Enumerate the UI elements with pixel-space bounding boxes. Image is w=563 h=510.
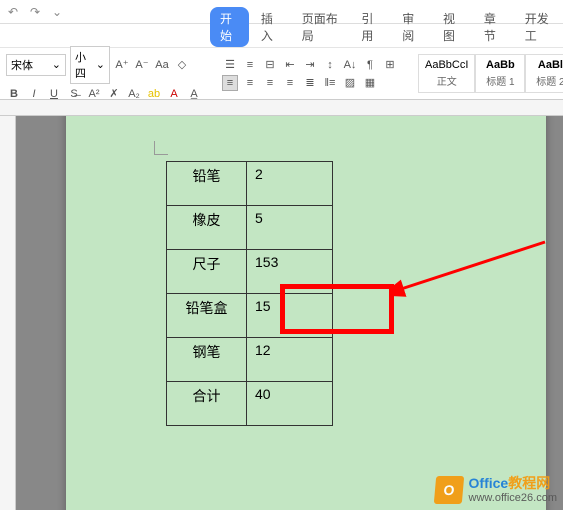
ribbon: 宋体⌄ 小四⌄ A⁺ A⁻ Aa ◇ B I U S̶ A² ✗ A₂ ab A… [0, 48, 563, 100]
document-page[interactable]: 铅笔2 橡皮5 尺子153 铅笔盒15 钢笔12 合计40 [66, 116, 546, 510]
borders-icon[interactable]: ⊞ [382, 57, 398, 73]
document-table[interactable]: 铅笔2 橡皮5 尺子153 铅笔盒15 钢笔12 合计40 [166, 161, 333, 426]
align-left-icon[interactable]: ≡ [222, 75, 238, 91]
style-name: 标题 1 [482, 73, 518, 88]
watermark: O Office教程网 www.office26.com [435, 476, 557, 504]
horizontal-ruler[interactable] [0, 100, 563, 116]
watermark-logo-icon: O [433, 476, 463, 504]
ribbon-tabs: 开始 插入 页面布局 引用 审阅 视图 章节 开发工 [0, 24, 563, 48]
clear-format-icon[interactable]: ◇ [174, 57, 190, 73]
font-name-combo[interactable]: 宋体⌄ [6, 54, 66, 76]
increase-font-icon[interactable]: A⁺ [114, 57, 130, 73]
cell-label[interactable]: 橡皮 [167, 206, 247, 250]
cell-value[interactable]: 153 [247, 250, 333, 294]
style-preview: AaBbCcI [425, 59, 468, 71]
tab-references[interactable]: 引用 [351, 7, 390, 47]
qat-dropdown-icon[interactable]: ⌄ [52, 5, 66, 19]
align-justify-icon[interactable]: ≡ [282, 75, 298, 91]
watermark-url: www.office26.com [469, 492, 557, 504]
tab-home[interactable]: 开始 [210, 7, 249, 47]
style-preview: AaBb [482, 59, 518, 71]
align-right-icon[interactable]: ≡ [262, 75, 278, 91]
style-name: 标题 2 [532, 73, 563, 88]
cell-label[interactable]: 铅笔盒 [167, 294, 247, 338]
document-area: 铅笔2 橡皮5 尺子153 铅笔盒15 钢笔12 合计40 [16, 116, 563, 510]
table-row[interactable]: 铅笔盒15 [167, 294, 333, 338]
decrease-indent-icon[interactable]: ⇤ [282, 57, 298, 73]
undo-icon[interactable]: ↶ [8, 5, 22, 19]
cell-label[interactable]: 铅笔 [167, 162, 247, 206]
cell-value[interactable]: 40 [247, 382, 333, 426]
cell-value[interactable]: 15 [247, 294, 333, 338]
cell-label[interactable]: 钢笔 [167, 338, 247, 382]
style-preview: AaBl [532, 59, 563, 71]
style-heading1[interactable]: AaBb 标题 1 [475, 54, 525, 93]
table-row[interactable]: 橡皮5 [167, 206, 333, 250]
paragraph-mark-icon [154, 141, 168, 155]
distribute-icon[interactable]: ≣ [302, 75, 318, 91]
borders2-icon[interactable]: ▦ [362, 75, 378, 91]
change-case-icon[interactable]: Aa [154, 57, 170, 73]
sort-icon[interactable]: A↓ [342, 57, 358, 73]
cell-value[interactable]: 12 [247, 338, 333, 382]
text-direction-icon[interactable]: ↕ [322, 57, 338, 73]
font-size-combo[interactable]: 小四⌄ [70, 46, 110, 84]
vertical-ruler[interactable] [0, 116, 16, 510]
cell-value[interactable]: 2 [247, 162, 333, 206]
redo-icon[interactable]: ↷ [30, 5, 44, 19]
table-row[interactable]: 尺子153 [167, 250, 333, 294]
number-list-icon[interactable]: ≡ [242, 57, 258, 73]
cell-label[interactable]: 合计 [167, 382, 247, 426]
styles-gallery: AaBbCcI 正文 AaBb 标题 1 AaBl 标题 2 [418, 54, 563, 93]
tab-page-layout[interactable]: 页面布局 [292, 7, 350, 47]
bullet-list-icon[interactable]: ☰ [222, 57, 238, 73]
shading-icon[interactable]: ▨ [342, 75, 358, 91]
show-marks-icon[interactable]: ¶ [362, 57, 378, 73]
style-normal[interactable]: AaBbCcI 正文 [418, 54, 475, 93]
multilevel-list-icon[interactable]: ⊟ [262, 57, 278, 73]
decrease-font-icon[interactable]: A⁻ [134, 57, 150, 73]
watermark-brand: Office教程网 [469, 476, 557, 491]
align-center-icon[interactable]: ≡ [242, 75, 258, 91]
increase-indent-icon[interactable]: ⇥ [302, 57, 318, 73]
tab-review[interactable]: 审阅 [392, 7, 431, 47]
style-name: 正文 [425, 73, 468, 88]
line-spacing-icon[interactable]: ‖≡ [322, 75, 338, 91]
tab-insert[interactable]: 插入 [251, 7, 290, 47]
tab-view[interactable]: 视图 [433, 7, 472, 47]
tab-sections[interactable]: 章节 [474, 7, 513, 47]
cell-label[interactable]: 尺子 [167, 250, 247, 294]
tab-developer[interactable]: 开发工 [515, 7, 563, 47]
style-heading2[interactable]: AaBl 标题 2 [525, 54, 563, 93]
table-row[interactable]: 合计40 [167, 382, 333, 426]
table-row[interactable]: 钢笔12 [167, 338, 333, 382]
cell-value[interactable]: 5 [247, 206, 333, 250]
table-row[interactable]: 铅笔2 [167, 162, 333, 206]
